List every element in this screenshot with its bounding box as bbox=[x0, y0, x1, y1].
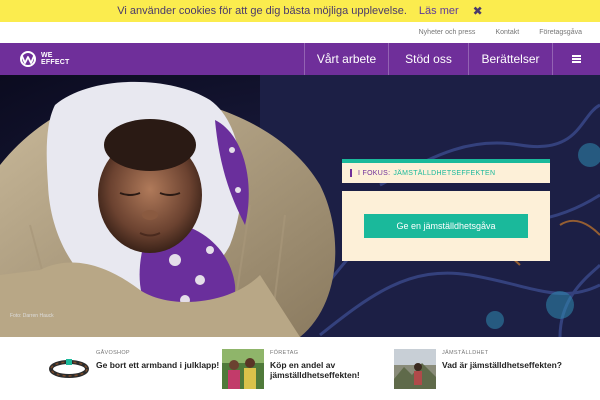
field-thumbnail bbox=[394, 349, 436, 389]
hamburger-icon bbox=[572, 55, 581, 63]
promo-strip: GÅVOSHOP Ge bort ett armband i julklapp!… bbox=[0, 337, 600, 400]
focus-key: I FOKUS: bbox=[358, 169, 391, 177]
hero-banner: Foto: Darren Hauck I FOKUS: JÄMSTÄLLDHET… bbox=[0, 75, 600, 337]
focus-label[interactable]: I FOKUS: JÄMSTÄLLDHETSEFFEKTEN bbox=[342, 163, 550, 183]
promo-title: Vad är jämställdhetseffekten? bbox=[442, 360, 562, 370]
close-icon[interactable]: ✖ bbox=[473, 4, 483, 18]
promo-item-gift-shop[interactable]: GÅVOSHOP Ge bort ett armband i julklapp! bbox=[48, 349, 219, 389]
utility-link-contact[interactable]: Kontakt bbox=[495, 29, 519, 36]
promo-category: FÖRETAG bbox=[270, 350, 299, 356]
bracelet-thumbnail bbox=[48, 349, 90, 389]
cookie-read-more-link[interactable]: Läs mer bbox=[419, 5, 459, 17]
main-nav: WE EFFECT Vårt arbete Stöd oss Berättels… bbox=[0, 43, 600, 75]
nav-item-support-us[interactable]: Stöd oss bbox=[388, 43, 468, 75]
focus-marker bbox=[350, 169, 352, 177]
logo-wordmark: WE EFFECT bbox=[41, 52, 69, 66]
nav-item-stories[interactable]: Berättelser bbox=[468, 43, 552, 75]
promo-item-equality[interactable]: JÄMSTÄLLDHET Vad är jämställdhetseffekte… bbox=[394, 349, 562, 389]
promo-title-line2: jämställdhetseffekten! bbox=[270, 370, 360, 380]
nav-item-our-work[interactable]: Vårt arbete bbox=[304, 43, 388, 75]
photo-credit: Foto: Darren Hauck bbox=[10, 313, 54, 319]
promo-title-line1: Köp en andel av bbox=[270, 360, 336, 370]
give-equality-gift-button[interactable]: Ge en jämställdhetsgåva bbox=[364, 214, 528, 238]
people-thumbnail bbox=[222, 349, 264, 389]
promo-category: JÄMSTÄLLDHET bbox=[442, 350, 489, 356]
focus-cta-card: Ge en jämställdhetsgåva bbox=[342, 191, 550, 261]
utility-nav: Nyheter och press Kontakt Företagsgåva bbox=[0, 22, 600, 43]
utility-link-news[interactable]: Nyheter och press bbox=[419, 29, 476, 36]
utility-link-corporate-gift[interactable]: Företagsgåva bbox=[539, 29, 582, 36]
logo-mark-icon bbox=[20, 51, 36, 67]
cookie-banner: Vi använder cookies för att ge dig bästa… bbox=[0, 0, 600, 22]
logo-line2: EFFECT bbox=[41, 59, 70, 66]
cookie-message: Vi använder cookies för att ge dig bästa… bbox=[117, 5, 407, 17]
promo-category: GÅVOSHOP bbox=[96, 350, 130, 356]
focus-topic: JÄMSTÄLLDHETSEFFEKTEN bbox=[393, 169, 496, 177]
logo[interactable]: WE EFFECT bbox=[0, 43, 74, 75]
logo-line1: WE bbox=[41, 52, 53, 59]
promo-title: Ge bort ett armband i julklapp! bbox=[96, 360, 220, 370]
promo-item-corporate[interactable]: FÖRETAG Köp en andel av jämställdhetseff… bbox=[222, 349, 360, 389]
focus-panel: I FOKUS: JÄMSTÄLLDHETSEFFEKTEN Ge en jäm… bbox=[342, 159, 550, 261]
menu-button[interactable] bbox=[552, 43, 600, 75]
